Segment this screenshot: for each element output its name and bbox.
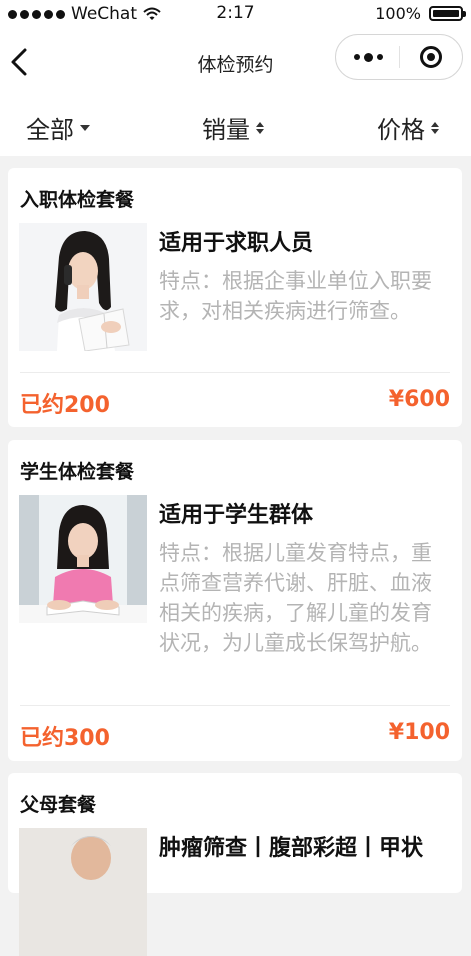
more-button[interactable] bbox=[336, 35, 400, 79]
package-subtitle: 肿瘤筛查丨腹部彩超丨甲状 bbox=[159, 836, 424, 861]
nav-bar: 体检预约 bbox=[0, 28, 471, 96]
target-close-icon bbox=[420, 46, 442, 68]
filter-price[interactable]: 价格 bbox=[377, 110, 439, 145]
package-image bbox=[19, 495, 147, 623]
filter-all[interactable]: 全部 bbox=[26, 110, 90, 145]
package-description: 特点：根据儿童发育特点，重点筛查营养代谢、肝脏、血液相关的疾病，了解儿童的发育状… bbox=[159, 541, 432, 655]
status-right: 100% bbox=[375, 4, 466, 23]
package-title: 入职体检套餐 bbox=[20, 189, 135, 211]
filter-all-label: 全部 bbox=[26, 116, 74, 144]
battery-percent: 100% bbox=[375, 4, 421, 23]
package-card[interactable]: 父母套餐 肿瘤筛查丨腹部彩超丨甲状 bbox=[8, 773, 462, 956]
status-bar: WeChat 2:17 100% bbox=[0, 0, 471, 28]
student-girl-image bbox=[19, 495, 147, 623]
more-dots-icon bbox=[353, 54, 360, 60]
card-divider bbox=[20, 705, 450, 706]
booked-count: 已约300 bbox=[20, 726, 110, 751]
filter-sales[interactable]: 销量 bbox=[202, 110, 264, 145]
sort-icon bbox=[431, 121, 439, 134]
package-image bbox=[19, 828, 147, 956]
package-description: 特点：根据企事业单位入职要求，对相关疾病进行筛查。 bbox=[159, 269, 432, 323]
battery-icon bbox=[429, 6, 466, 21]
package-title: 学生体检套餐 bbox=[20, 461, 135, 483]
more-dot-right bbox=[376, 54, 383, 60]
package-subtitle: 适用于求职人员 bbox=[159, 231, 314, 256]
package-price: ¥100 bbox=[388, 720, 450, 745]
package-card[interactable]: 学生体检套餐 适用于学生群体 特点：根据儿童发育特点，重点筛查营养代谢、肝脏、血… bbox=[8, 440, 462, 761]
dropdown-caret-icon bbox=[80, 124, 90, 131]
card-divider bbox=[20, 372, 450, 373]
sort-icon bbox=[256, 121, 264, 134]
package-image bbox=[19, 223, 147, 351]
package-title: 父母套餐 bbox=[20, 794, 97, 816]
mini-program-capsule bbox=[335, 34, 463, 80]
package-card[interactable]: 入职体检套餐 适用于求职人员 特点：根据企事业单位入职要求，对相关疾病进行筛查。… bbox=[8, 168, 462, 427]
woman-on-phone-image bbox=[19, 223, 147, 351]
more-dot-center bbox=[363, 52, 373, 62]
booked-count: 已约200 bbox=[20, 393, 110, 418]
filter-sales-label: 销量 bbox=[202, 116, 250, 144]
package-price: ¥600 bbox=[388, 387, 450, 412]
filter-bar: 全部 销量 价格 bbox=[0, 96, 471, 156]
filter-price-label: 价格 bbox=[377, 116, 425, 144]
elderly-man-image bbox=[19, 828, 147, 956]
package-subtitle: 适用于学生群体 bbox=[159, 503, 314, 528]
close-button[interactable] bbox=[400, 35, 462, 79]
